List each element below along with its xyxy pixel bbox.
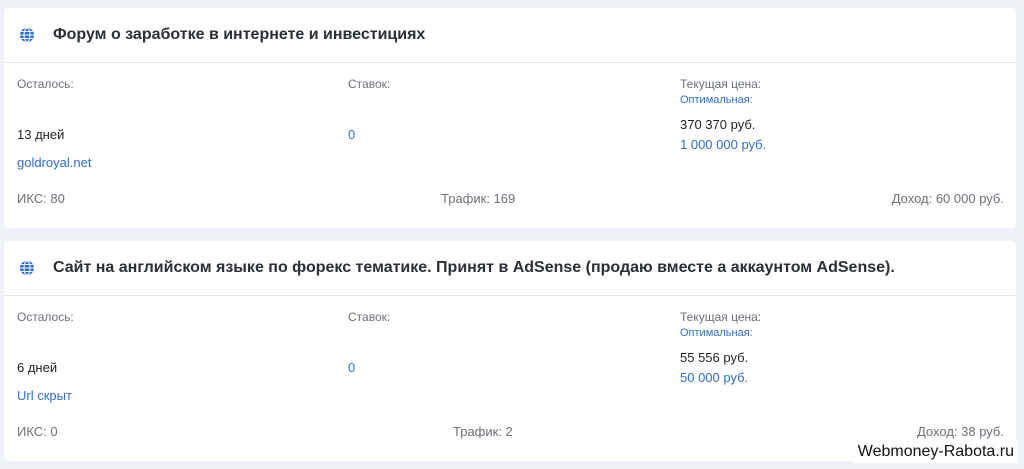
income-stat: Доход: 60 000 руб. [891,191,1004,206]
price-value: 55 556 руб. [680,350,749,365]
bids-value[interactable]: 0 [348,127,355,142]
bids-label: Ставок: [348,310,391,324]
traffic-stat: Трафик: 2 [453,424,513,439]
listing-title[interactable]: Форум о заработке в интернете и инвестиц… [53,26,425,44]
listing-card: Форум о заработке в интернете и инвестиц… [4,8,1016,228]
watermark: Webmoney-Rabota.ru [853,441,1018,463]
site-link[interactable]: Url скрыт [17,388,72,403]
listing-header[interactable]: Сайт на английском языке по форекс темат… [4,241,1016,296]
price-label: Текущая цена: [680,310,762,324]
iks-stat: ИКС: 80 [17,191,65,206]
listing-header[interactable]: Форум о заработке в интернете и инвестиц… [4,8,1016,63]
price-label: Текущая цена: [680,77,762,91]
listing-title[interactable]: Сайт на английском языке по форекс темат… [53,259,895,277]
income-stat: Доход: 38 руб. [916,424,1004,439]
optimal-label: Оптимальная: [680,94,753,106]
listing-card: Сайт на английском языке по форекс темат… [4,241,1016,461]
globe-icon [20,27,34,43]
remaining-value: 13 дней [17,127,65,142]
optimal-label: Оптимальная: [680,327,753,339]
iks-stat: ИКС: 0 [17,424,58,439]
site-link[interactable]: goldroyal.net [17,155,91,170]
traffic-stat: Трафик: 169 [441,191,516,206]
bids-value[interactable]: 0 [348,360,355,375]
remaining-label: Осталось: [17,77,74,91]
optimal-value[interactable]: 50 000 руб. [680,370,748,385]
optimal-value[interactable]: 1 000 000 руб. [680,137,766,152]
remaining-value: 6 дней [17,360,58,375]
globe-icon [20,260,34,276]
bids-label: Ставок: [348,77,391,91]
price-value: 370 370 руб. [680,117,756,132]
remaining-label: Осталось: [17,310,74,324]
